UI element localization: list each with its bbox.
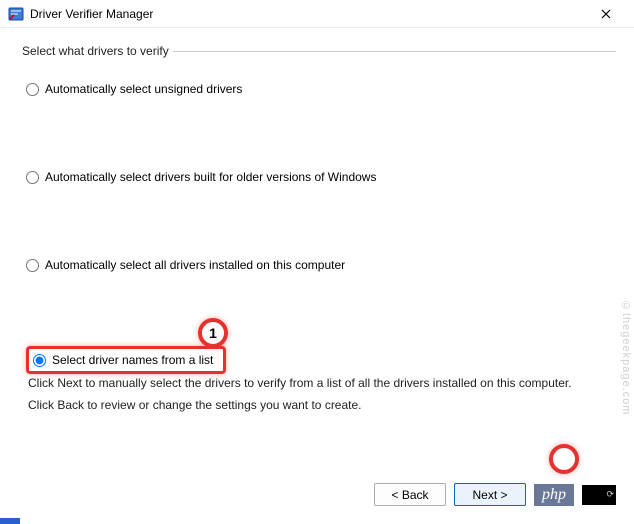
next-button[interactable]: Next > [454,483,526,506]
annotation-callout-2 [549,444,579,474]
window-title: Driver Verifier Manager [30,7,586,21]
radio-unsigned-input[interactable] [26,83,39,96]
radio-all-label[interactable]: Automatically select all drivers install… [45,258,345,272]
annotation-callout-1: 1 [198,318,228,348]
watermark-text: ©thegeekpage.com [620,300,632,415]
radio-all-input[interactable] [26,259,39,272]
overlay-strip: ⟳ [582,485,616,505]
content-area: Select what drivers to verify Automatica… [0,28,634,412]
radio-list-input[interactable] [33,354,46,367]
radio-list-label[interactable]: Select driver names from a list [52,353,213,367]
radio-option-all-drivers[interactable]: Automatically select all drivers install… [26,258,345,272]
radio-option-unsigned[interactable]: Automatically select unsigned drivers [26,82,242,96]
radio-option-from-list[interactable]: Select driver names from a list [26,346,226,374]
titlebar: Driver Verifier Manager [0,0,634,28]
close-button[interactable] [586,2,626,26]
radio-option-older-windows[interactable]: Automatically select drivers built for o… [26,170,376,184]
app-icon [8,6,24,22]
radio-older-label[interactable]: Automatically select drivers built for o… [45,170,376,184]
group-legend: Select what drivers to verify [18,44,173,58]
driver-select-group: Select what drivers to verify Automatica… [18,44,616,364]
hint-line-1: Click Next to manually select the driver… [28,376,616,390]
wizard-button-row: < Back Next > php ⟳ [374,483,616,506]
radio-unsigned-label[interactable]: Automatically select unsigned drivers [45,82,242,96]
radio-older-input[interactable] [26,171,39,184]
hint-line-2: Click Back to review or change the setti… [28,398,616,412]
php-watermark-icon: php [534,484,574,506]
back-button[interactable]: < Back [374,483,446,506]
taskbar-sliver [0,518,20,524]
